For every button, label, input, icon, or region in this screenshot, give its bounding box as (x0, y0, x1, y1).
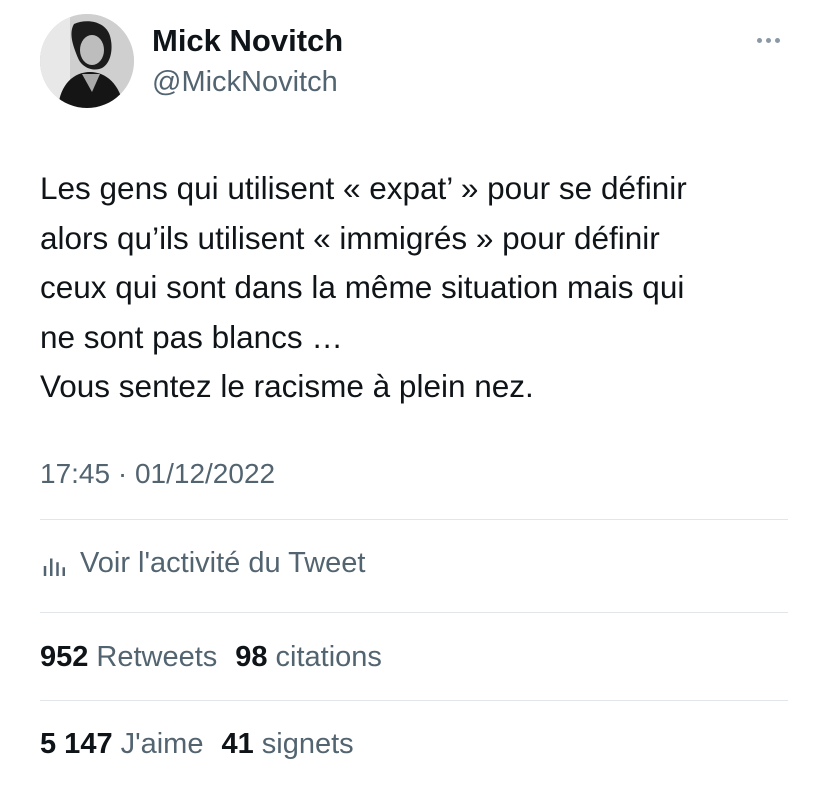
more-dots-icon (774, 37, 780, 43)
tweet-text-line: Les gens qui utilisent « expat’ » pour s… (40, 170, 687, 206)
retweets-stat[interactable]: 952 Retweets (40, 641, 217, 674)
tweet-text: Les gens qui utilisent « expat’ » pour s… (40, 164, 800, 412)
retweets-count: 952 (40, 640, 89, 673)
more-dots-icon (765, 37, 771, 43)
tweet-text-line: ne sont pas blancs … (40, 318, 343, 355)
divider (40, 519, 788, 520)
quotes-count: 98 (235, 640, 268, 673)
tweet-activity-link[interactable]: Voir l'activité du Tweet (40, 543, 365, 583)
tweet-text-line: alors qu’ils utilisent « immigrés » pour… (40, 219, 660, 256)
quotes-label: citations (275, 640, 382, 673)
analytics-bars-icon (43, 558, 65, 576)
author-handle[interactable]: @MickNovitch (152, 63, 338, 101)
more-dots-icon (756, 37, 762, 43)
more-options-button[interactable] (748, 28, 788, 52)
tweet-activity-label: Voir l'activité du Tweet (80, 546, 366, 579)
tweet-text-line: Vous sentez le racisme à plein nez. (40, 368, 534, 404)
author-display-name[interactable]: Mick Novitch (152, 22, 343, 60)
avatar[interactable] (40, 14, 134, 108)
retweets-label: Retweets (96, 640, 218, 673)
divider (40, 612, 788, 613)
divider (40, 700, 788, 701)
likes-label: J'aime (120, 727, 204, 760)
tweet-text-line: ceux qui sont dans la même situation mai… (40, 269, 685, 305)
quotes-stat[interactable]: 98 citations (235, 641, 382, 674)
tweet-timestamp[interactable]: 17:45 · 01/12/2022 (40, 456, 275, 492)
likes-count: 5 147 (40, 727, 113, 760)
likes-stat[interactable]: 5 147 J'aime (40, 728, 203, 761)
bookmarks-label: signets (261, 727, 354, 760)
bookmarks-stat[interactable]: 41 signets (221, 728, 353, 761)
profile-photo-avatar (40, 14, 134, 108)
likes-stats-row: 5 147 J'aime 41 signets (40, 724, 354, 764)
retweet-stats-row: 952 Retweets 98 citations (40, 637, 382, 677)
bookmarks-count: 41 (221, 727, 254, 760)
